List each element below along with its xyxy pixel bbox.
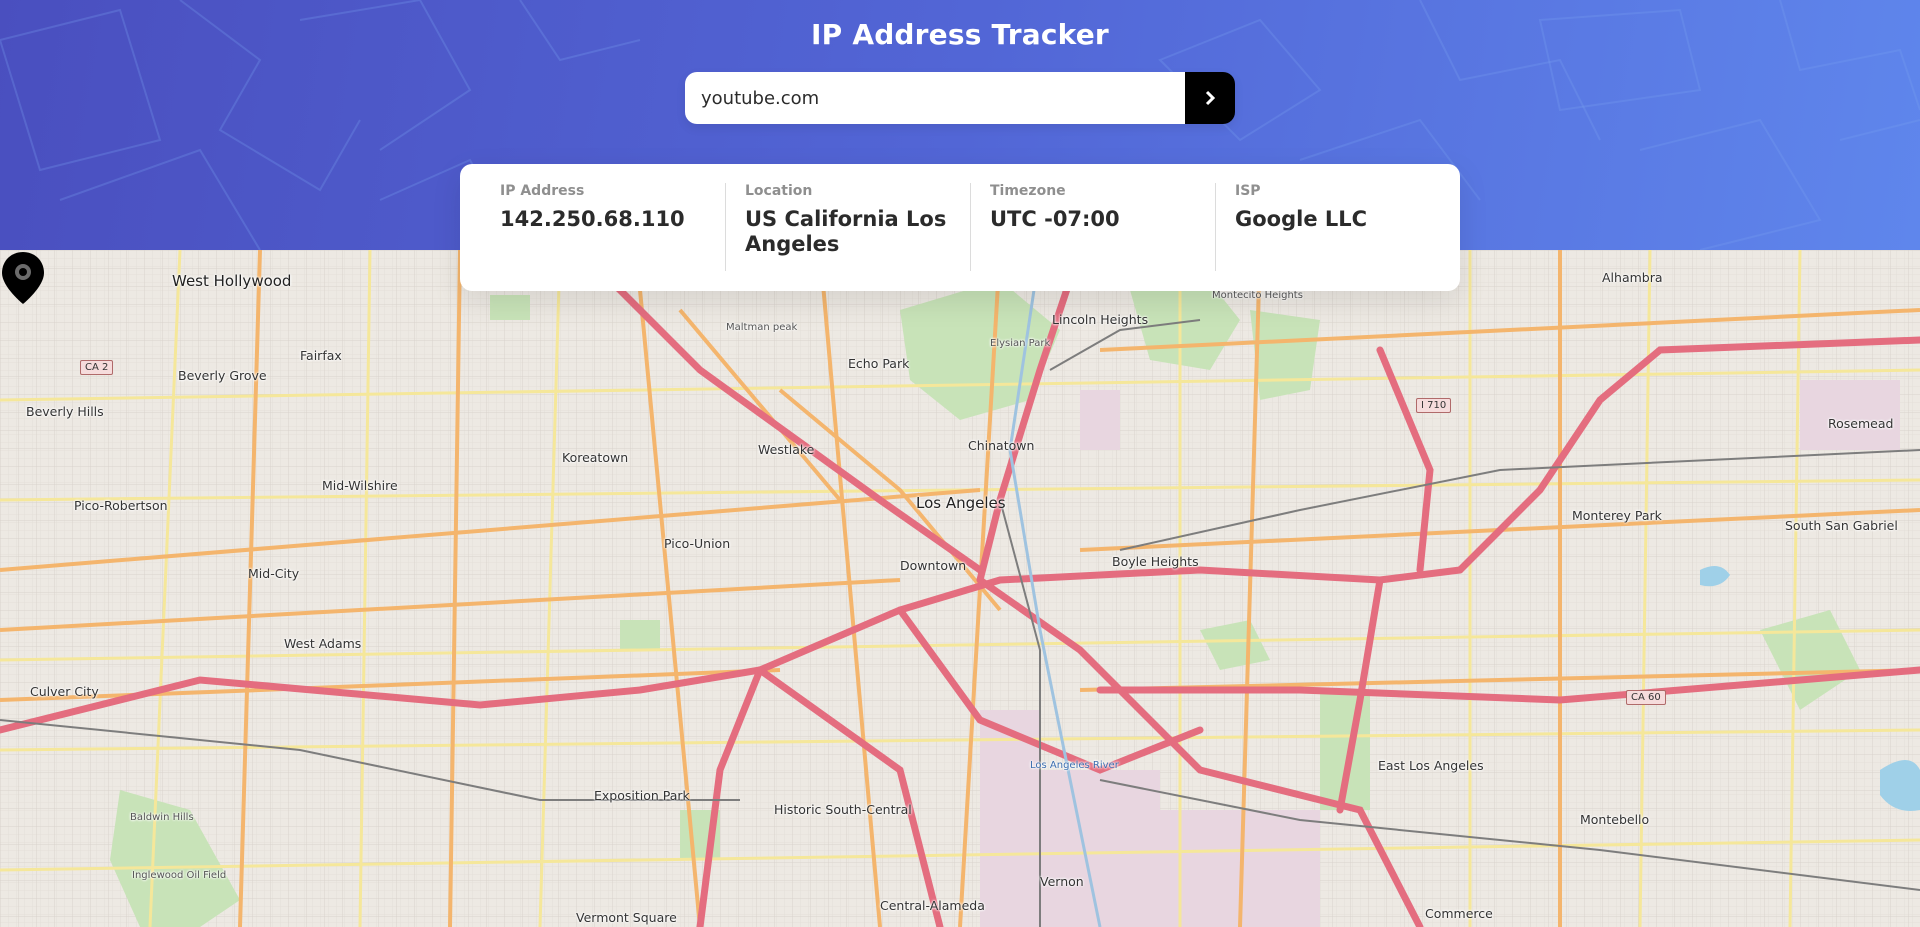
place-label: Chinatown: [968, 438, 1035, 453]
route-shield: CA 2: [80, 360, 114, 375]
place-label: Westlake: [758, 442, 815, 457]
place-label: Baldwin Hills: [130, 812, 194, 823]
place-label: Boyle Heights: [1112, 554, 1199, 569]
place-label: Vermont Square: [576, 910, 677, 925]
place-label: Monterey Park: [1572, 508, 1662, 523]
place-label: West Hollywood: [172, 272, 292, 290]
place-label: Inglewood Oil Field: [132, 870, 227, 881]
place-label: Los Angeles: [916, 494, 1006, 512]
info-ip-address: IP Address 142.250.68.110: [460, 183, 725, 271]
place-label: Vernon: [1040, 874, 1084, 889]
place-label: Mid-Wilshire: [322, 478, 398, 493]
chevron-right-icon: [1205, 90, 1216, 106]
ip-info-card: IP Address 142.250.68.110 Location US Ca…: [460, 164, 1460, 291]
page-title: IP Address Tracker: [811, 18, 1109, 51]
place-label: South San Gabriel: [1785, 518, 1898, 533]
location-pin-icon[interactable]: [0, 250, 46, 306]
place-label: Alhambra: [1602, 270, 1663, 285]
info-location: Location US California Los Angeles: [725, 183, 970, 271]
place-label: Elysian Park: [990, 338, 1051, 349]
place-label: Pico-Union: [664, 536, 731, 551]
place-label: Montebello: [1580, 812, 1650, 827]
info-label: Timezone: [990, 183, 1066, 199]
place-label: Pico-Robertson: [74, 498, 168, 513]
place-label: West Adams: [284, 636, 362, 651]
place-label: Beverly Grove: [178, 368, 267, 383]
place-label: Exposition Park: [594, 788, 690, 803]
info-timezone: Timezone UTC -07:00: [970, 183, 1215, 271]
info-label: IP Address: [500, 183, 585, 199]
place-label: Los Angeles River: [1030, 760, 1119, 771]
place-label: Fairfax: [300, 348, 342, 363]
route-shield: I 710: [1416, 398, 1452, 413]
search-input[interactable]: [685, 72, 1185, 124]
place-label: Montecito Heights: [1212, 290, 1303, 301]
place-label: Mid-City: [248, 566, 300, 581]
map-view[interactable]: West Hollywood Fairfax Beverly Grove Bev…: [0, 250, 1920, 927]
route-shield: CA 60: [1626, 690, 1666, 705]
search-form: [685, 72, 1235, 124]
place-label: Rosemead: [1828, 416, 1894, 431]
place-label: Historic South-Central: [774, 802, 912, 817]
place-label: Central-Alameda: [880, 898, 985, 913]
place-label: Koreatown: [562, 450, 629, 465]
info-isp: ISP Google LLC: [1215, 183, 1460, 271]
place-label: East Los Angeles: [1378, 758, 1484, 773]
info-value: 142.250.68.110: [500, 207, 685, 231]
search-button[interactable]: [1185, 72, 1235, 124]
place-label: Downtown: [900, 558, 967, 573]
place-label: Echo Park: [848, 356, 910, 371]
info-value: UTC -07:00: [990, 207, 1120, 231]
info-value: US California Los Angeles: [745, 207, 947, 256]
info-label: ISP: [1235, 183, 1261, 199]
info-label: Location: [745, 183, 813, 199]
place-label: Maltman peak: [726, 322, 798, 333]
place-label: Commerce: [1425, 906, 1493, 921]
info-value: Google LLC: [1235, 207, 1368, 231]
place-label: Lincoln Heights: [1052, 312, 1149, 327]
place-label: Beverly Hills: [26, 404, 104, 419]
place-label: Culver City: [30, 684, 99, 699]
